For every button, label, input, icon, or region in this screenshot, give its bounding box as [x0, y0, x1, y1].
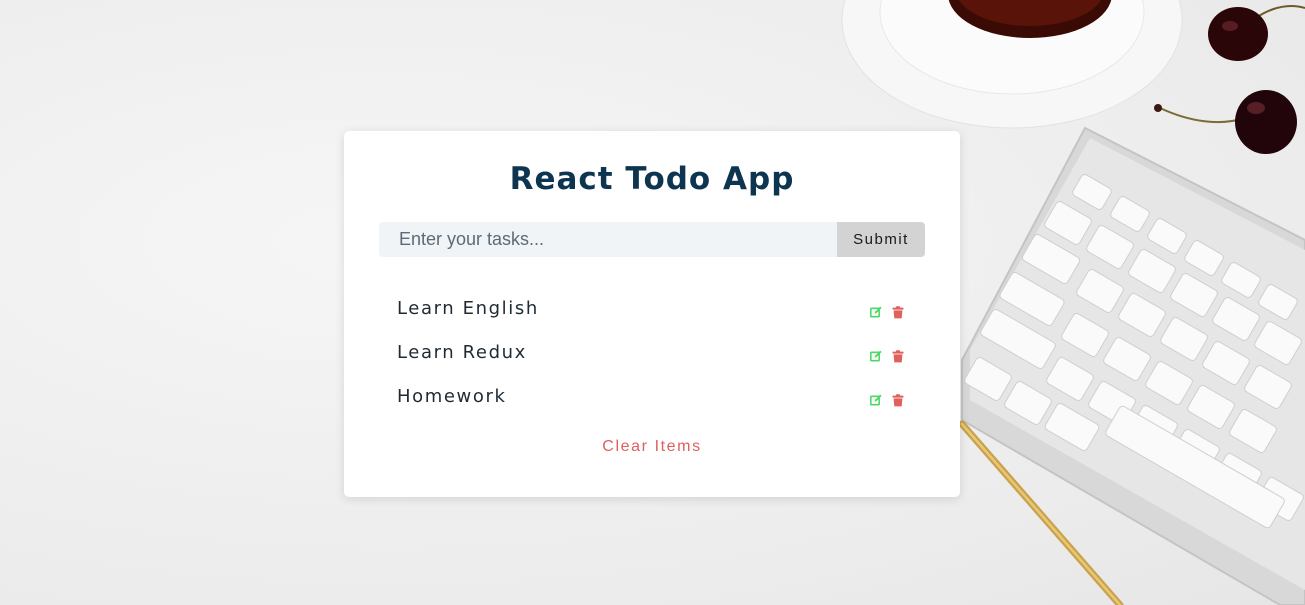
pen-illustration	[958, 420, 1124, 605]
trash-icon[interactable]	[892, 392, 904, 406]
todo-card: React Todo App Submit Learn English Lear…	[344, 131, 960, 497]
list-item: Learn English	[397, 288, 907, 332]
cherries-illustration	[1154, 5, 1305, 154]
task-input[interactable]	[379, 222, 837, 257]
todo-text: Learn English	[397, 298, 539, 319]
todo-text: Homework	[397, 386, 507, 407]
clear-items-button[interactable]: Clear Items	[344, 437, 960, 457]
keyboard-illustration	[961, 126, 1305, 605]
edit-icon[interactable]	[870, 348, 882, 361]
edit-icon[interactable]	[870, 392, 882, 405]
task-form: Submit	[379, 222, 925, 257]
todo-actions	[870, 392, 904, 406]
todo-text: Learn Redux	[397, 342, 527, 363]
todo-actions	[870, 348, 904, 362]
list-item: Learn Redux	[397, 332, 907, 376]
coffee-cup-illustration	[841, 0, 1183, 129]
trash-icon[interactable]	[892, 348, 904, 362]
submit-button[interactable]: Submit	[837, 222, 925, 257]
trash-icon[interactable]	[892, 304, 904, 318]
app-title: React Todo App	[509, 161, 795, 197]
todo-list: Learn English Learn Redux Homework	[397, 288, 907, 420]
edit-icon[interactable]	[870, 304, 882, 317]
todo-actions	[870, 304, 904, 318]
list-item: Homework	[397, 376, 907, 420]
